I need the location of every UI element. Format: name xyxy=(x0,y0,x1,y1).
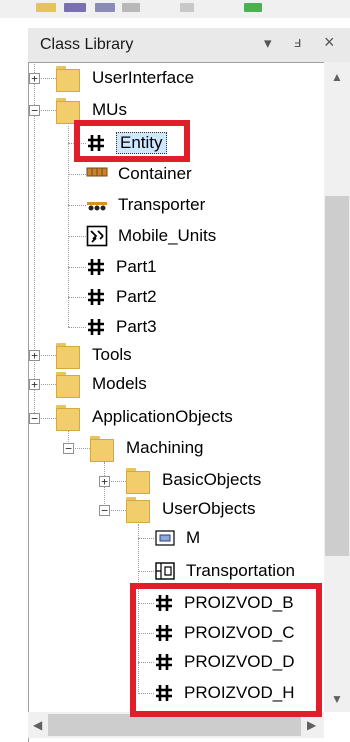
collapse-toggle[interactable]: − xyxy=(99,505,110,516)
tree-node-m[interactable]: M xyxy=(154,524,200,552)
folder-icon xyxy=(126,467,150,494)
scroll-left-arrow-icon[interactable]: ◀ xyxy=(33,718,42,732)
close-icon[interactable]: × xyxy=(324,32,335,53)
highlight-box xyxy=(130,583,322,717)
toolbar-icon[interactable] xyxy=(95,3,115,12)
tree-node-part1[interactable]: Part1 xyxy=(86,253,157,281)
scroll-up-arrow-icon[interactable]: ▲ xyxy=(331,70,343,84)
tree-node-transportation[interactable]: Transportation xyxy=(154,557,295,585)
tree-line xyxy=(68,205,86,206)
tree-node-tools[interactable]: Tools xyxy=(56,341,132,369)
toolbar-icon[interactable] xyxy=(36,3,56,12)
tree-node-applicationobjects[interactable]: ApplicationObjects xyxy=(56,403,233,431)
expand-toggle[interactable]: + xyxy=(99,476,110,487)
tree-line xyxy=(68,174,86,175)
vertical-scroll-thumb[interactable] xyxy=(325,196,349,556)
expand-toggle[interactable]: + xyxy=(29,350,40,361)
tree-node-transporter[interactable]: Transporter xyxy=(86,191,205,219)
tree-line xyxy=(68,297,86,298)
node-label: Models xyxy=(92,374,147,393)
hash-grid-icon xyxy=(88,319,104,335)
folder-icon xyxy=(56,371,80,398)
transporter-icon xyxy=(87,202,107,211)
folder-icon xyxy=(56,404,80,431)
tree-line xyxy=(68,236,86,237)
node-label: Part2 xyxy=(116,287,157,306)
node-label: Mobile_Units xyxy=(118,226,217,245)
toolbar-icon[interactable] xyxy=(122,3,140,12)
method-icon xyxy=(155,530,175,546)
tree-node-machining[interactable]: Machining xyxy=(90,434,204,462)
tree-line xyxy=(68,327,86,328)
node-label: Machining xyxy=(126,438,204,457)
node-label: Part1 xyxy=(116,257,157,276)
collapse-toggle[interactable]: − xyxy=(29,105,40,116)
node-label: Tools xyxy=(92,345,132,364)
toolbar-icon[interactable] xyxy=(64,3,86,12)
scroll-down-arrow-icon[interactable]: ▼ xyxy=(331,692,343,706)
node-label: BasicObjects xyxy=(162,470,262,489)
toolbar-icon[interactable] xyxy=(180,3,194,12)
expand-toggle[interactable]: + xyxy=(29,73,40,84)
collapse-toggle[interactable]: − xyxy=(63,443,74,454)
tree-line xyxy=(34,64,35,419)
node-label: MUs xyxy=(92,100,127,119)
expand-toggle[interactable]: + xyxy=(29,379,40,390)
tree-node-userobjects[interactable]: UserObjects xyxy=(126,495,256,523)
panel-header: Class Library ▾ ⅎ × xyxy=(28,28,350,62)
folder-icon xyxy=(126,496,150,523)
node-label: ApplicationObjects xyxy=(92,407,233,426)
container-icon xyxy=(86,167,108,177)
node-label: Transporter xyxy=(118,195,206,214)
folder-icon xyxy=(90,435,114,462)
tree-line xyxy=(138,571,154,572)
folder-icon xyxy=(56,65,80,92)
dropdown-arrow-icon[interactable]: ▾ xyxy=(264,34,272,52)
tree-line xyxy=(68,267,86,268)
frame-icon xyxy=(155,562,175,580)
folder-icon xyxy=(56,342,80,369)
toolbar-icon[interactable] xyxy=(244,3,262,12)
pin-icon[interactable]: ⅎ xyxy=(294,34,301,51)
tree-node-part2[interactable]: Part2 xyxy=(86,283,157,311)
toolbar-strip xyxy=(0,0,350,18)
scroll-right-arrow-icon[interactable]: ▶ xyxy=(307,718,316,732)
panel-title: Class Library xyxy=(40,36,134,53)
tree-line xyxy=(138,538,154,539)
tree-node-basicobjects[interactable]: BasicObjects xyxy=(126,466,261,494)
hash-grid-icon xyxy=(88,259,104,275)
tree-node-mobile-units[interactable]: Mobile_Units xyxy=(86,222,216,250)
node-label: Part3 xyxy=(116,317,157,336)
node-label: UserInterface xyxy=(92,68,195,87)
tree-node-models[interactable]: Models xyxy=(56,370,147,398)
node-label: UserObjects xyxy=(162,499,256,518)
node-label: M xyxy=(186,528,201,547)
collapse-toggle[interactable]: − xyxy=(29,413,40,424)
tree-node-part3[interactable]: Part3 xyxy=(86,313,157,341)
mobile-units-icon xyxy=(86,225,108,247)
tree-node-userinterface[interactable]: UserInterface xyxy=(56,64,194,92)
horizontal-scroll-thumb[interactable] xyxy=(48,714,301,736)
hash-grid-icon xyxy=(88,289,104,305)
node-label: Transportation xyxy=(186,561,295,580)
node-label: Container xyxy=(118,164,192,183)
tree-node-container[interactable]: Container xyxy=(86,160,192,188)
highlight-box xyxy=(74,120,190,162)
